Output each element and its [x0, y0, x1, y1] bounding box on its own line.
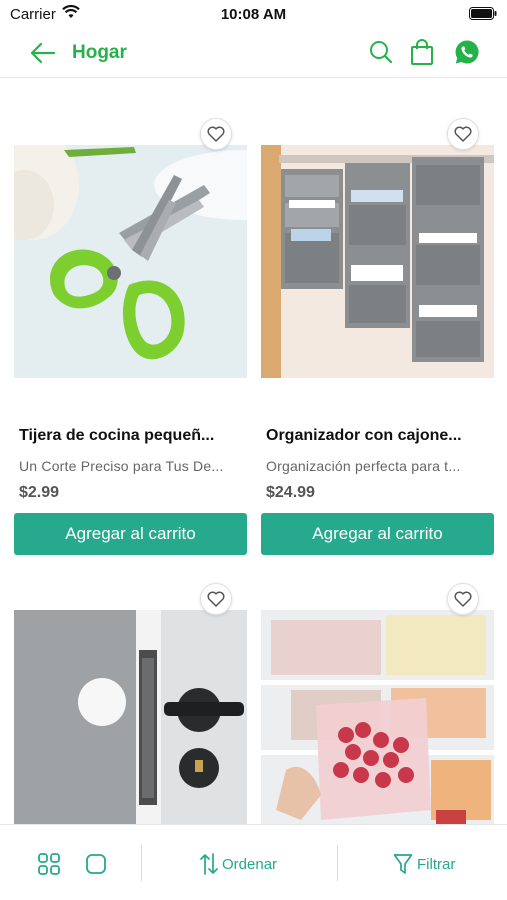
bottom-toolbar: Ordenar Filtrar [0, 824, 507, 900]
product-description: Organización perfecta para t... [266, 458, 461, 474]
product-description: Un Corte Preciso para Tus De... [19, 458, 224, 474]
whatsapp-icon[interactable] [454, 39, 480, 65]
divider [337, 845, 338, 881]
search-icon[interactable] [369, 40, 393, 64]
add-to-cart-button[interactable]: Agregar al carrito [261, 513, 494, 555]
product-card[interactable] [14, 583, 247, 824]
heart-icon [207, 591, 225, 607]
product-card[interactable]: Organizador con cajone... Organización p… [261, 118, 494, 557]
product-card[interactable]: Tijera de cocina pequeñ... Un Corte Prec… [14, 118, 247, 557]
product-price: $2.99 [19, 484, 60, 501]
product-title[interactable]: Organizador con cajone... [266, 427, 490, 445]
page-title: Hogar [72, 42, 127, 63]
heart-icon [207, 126, 225, 142]
product-title[interactable]: Tijera de cocina pequeñ... [19, 427, 243, 445]
filter-button[interactable]: Filtrar [393, 851, 455, 877]
grid-view-icon[interactable] [38, 853, 60, 875]
divider [141, 845, 142, 881]
status-bar: Carrier 10:08 AM [0, 0, 507, 30]
shopping-bag-icon[interactable] [410, 39, 434, 65]
add-to-cart-button[interactable]: Agregar al carrito [14, 513, 247, 555]
nav-header: Hogar [0, 30, 507, 78]
product-grid: Tijera de cocina pequeñ... Un Corte Prec… [0, 78, 507, 824]
heart-icon [454, 591, 472, 607]
sort-arrows-icon [200, 853, 218, 875]
product-price: $24.99 [266, 484, 315, 501]
sort-label: Ordenar [222, 855, 278, 873]
filter-funnel-icon [393, 854, 413, 874]
back-arrow-icon[interactable] [30, 40, 56, 66]
product-image-scissors[interactable] [14, 145, 247, 378]
product-image-organizer[interactable] [261, 145, 494, 378]
sort-button[interactable]: Ordenar [200, 851, 277, 877]
favorite-button[interactable] [200, 583, 232, 615]
list-view-icon[interactable] [85, 853, 107, 875]
product-image-door-stopper[interactable] [14, 610, 247, 824]
favorite-button[interactable] [200, 118, 232, 150]
clock: 10:08 AM [220, 6, 287, 23]
favorite-button[interactable] [447, 583, 479, 615]
favorite-button[interactable] [447, 118, 479, 150]
product-card[interactable] [261, 583, 494, 824]
heart-icon [454, 126, 472, 142]
filter-label: Filtrar [417, 855, 456, 873]
product-image-fridge-bags[interactable] [261, 610, 494, 824]
battery-icon [469, 7, 497, 20]
